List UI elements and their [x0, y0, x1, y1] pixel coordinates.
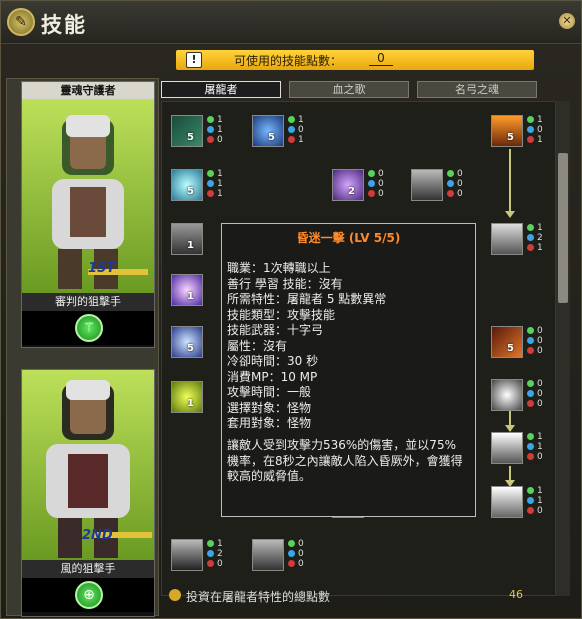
job-header: 靈魂守護者: [22, 82, 154, 99]
skill-icon-5[interactable]: 2: [332, 169, 364, 201]
window-title: 技能: [41, 13, 87, 37]
close-button[interactable]: ✕: [559, 13, 575, 29]
skill-icon-8[interactable]: 1: [171, 223, 203, 255]
skill-icon-11[interactable]: 5: [171, 326, 203, 358]
scrollbar[interactable]: [556, 101, 570, 596]
character-portrait: 2ND: [22, 370, 154, 560]
skill-icon-3[interactable]: 5: [491, 115, 523, 147]
skill-points-label: 可使用的技能點數：: [234, 54, 343, 68]
skill-icon-14[interactable]: [491, 379, 523, 411]
total-points-label: 投資在屠龍者特性的總點數: [186, 590, 331, 604]
job-tier-tag: 2ND: [82, 528, 113, 543]
skill-icon-7[interactable]: [491, 223, 523, 255]
tooltip-line: 攻擊時間：一般: [227, 385, 312, 399]
skill-icon-18[interactable]: [171, 539, 203, 571]
job-card-first: 靈魂守護者 1ST 審判的狙擊手 ⚚: [21, 81, 155, 348]
tab-bow-soul[interactable]: 名弓之魂: [417, 81, 537, 98]
scrollbar-thumb[interactable]: [558, 153, 568, 303]
skill-points-bar: ! 可使用的技能點數： 0: [176, 50, 534, 70]
arrow-down-icon: [505, 211, 515, 218]
title-bar[interactable]: ✎ 技能 ✕: [1, 1, 581, 44]
tooltip-line: 技能類型：攻擊技能: [227, 307, 336, 322]
skill-icon-9[interactable]: 1: [171, 274, 203, 306]
skill-icon-15[interactable]: [491, 432, 523, 464]
job-name: 風的狙擊手: [22, 560, 154, 578]
tooltip-line: 技能武器：十字弓: [227, 323, 324, 337]
skill-icon-2[interactable]: 5: [252, 115, 284, 147]
tab-dragon-slayer[interactable]: 屠龍者: [161, 81, 281, 98]
skill-window: ✎ 技能 ✕ ! 可使用的技能點數： 0 靈魂守護者 1ST 審判的狙擊手 ⚚: [0, 0, 582, 619]
skill-icon-10[interactable]: 5: [491, 326, 523, 358]
job-tier-tag: 1ST: [88, 261, 116, 276]
skill-icon-6[interactable]: [411, 169, 443, 201]
tooltip-line: 職業：1次轉職以上: [227, 261, 331, 275]
crossbow-emblem-icon[interactable]: ⚚: [75, 314, 103, 342]
skill-book-icon: ✎: [7, 8, 35, 36]
skill-icon-19[interactable]: [252, 539, 284, 571]
prerequisite-line: [509, 149, 511, 211]
job-name: 審判的狙擊手: [22, 293, 154, 311]
tooltip-description: 讓敵人受到攻擊力536%的傷害，並以75%機率，在8秒之內讓敵人陷入昏厥外，會獲…: [227, 438, 463, 483]
crossbow-emblem-icon[interactable]: ⊕: [75, 581, 103, 609]
job-badge: ⚚: [22, 311, 154, 345]
skill-icon-1[interactable]: 5: [171, 115, 203, 147]
info-icon: !: [186, 52, 202, 68]
skill-icon-12[interactable]: 1: [171, 381, 203, 413]
tooltip-lines: 職業：1次轉職以上 善行 學習 技能：沒有 所需特性：屠龍者 5 點數異常 技能…: [227, 261, 467, 432]
tooltip-line: 消費MP：10 MP: [227, 369, 318, 384]
character-portrait: 1ST: [22, 99, 154, 293]
tooltip-line: 套用對象：怪物: [227, 416, 312, 430]
skill-tooltip: 昏迷一擊 (LV 5/5) 職業：1次轉職以上 善行 學習 技能：沒有 所需特性…: [221, 223, 476, 517]
skill-icon-16[interactable]: [491, 486, 523, 518]
skill-tabs: 屠龍者 血之歌 名弓之魂: [161, 81, 561, 99]
job-badge: ⊕: [22, 578, 154, 612]
skill-points-value: 0: [369, 51, 393, 66]
skill-icon-4[interactable]: 5: [171, 169, 203, 201]
tooltip-line: 冷卻時間：30 秒: [227, 354, 319, 368]
job-card-second: 2ND 風的狙擊手 ⊕: [21, 369, 155, 617]
total-points-value: 46: [509, 588, 523, 601]
tooltip-line: 選擇對象：怪物: [227, 400, 312, 415]
tooltip-title: 昏迷一擊 (LV 5/5): [296, 231, 401, 245]
arrow-down-icon: [505, 425, 515, 432]
tooltip-line: 所需特性：屠龍者 5 點數異常: [227, 292, 387, 306]
tooltip-line: 屬性：沒有: [227, 338, 288, 353]
coin-icon: [169, 589, 181, 601]
tooltip-line: 善行 學習 技能：沒有: [227, 276, 343, 291]
tab-blood-song[interactable]: 血之歌: [289, 81, 409, 98]
